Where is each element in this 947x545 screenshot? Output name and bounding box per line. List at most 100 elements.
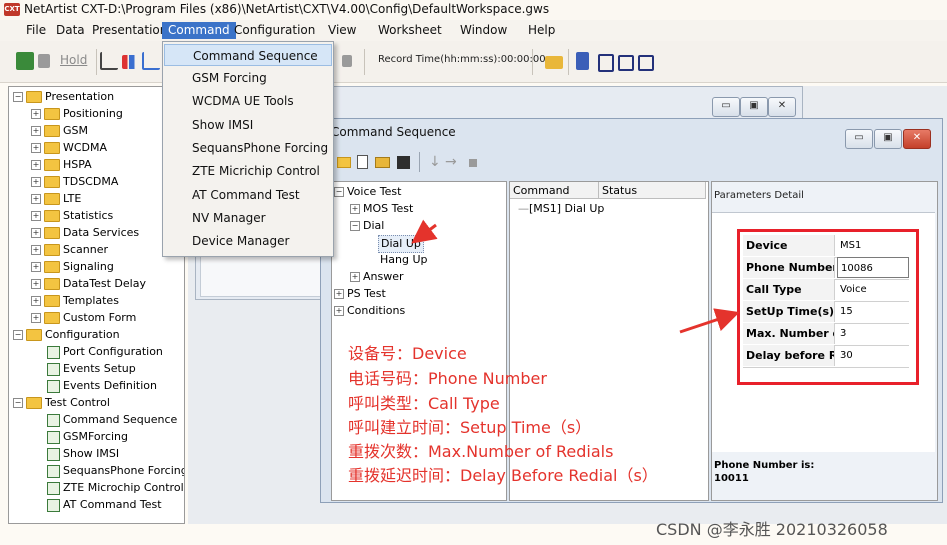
tree-item-ps-test[interactable]: + PS Test	[334, 286, 386, 302]
menu-item-nv-manager[interactable]: NV Manager	[164, 207, 332, 229]
tree-item-voice-test[interactable]: − Voice Test	[334, 184, 401, 200]
tree-item[interactable]: + Templates	[31, 293, 119, 309]
tree-item[interactable]: Port Configuration	[47, 344, 163, 360]
bar-chart-icon[interactable]	[122, 55, 140, 69]
collapse-icon[interactable]: −	[13, 330, 23, 340]
line-chart-icon[interactable]	[100, 52, 118, 70]
folder-icon[interactable]	[337, 157, 351, 168]
expand-icon[interactable]: +	[31, 245, 41, 255]
open-folder-icon[interactable]	[545, 56, 563, 69]
stop-icon[interactable]	[469, 159, 477, 167]
start-icon[interactable]	[16, 52, 34, 70]
tree-item[interactable]: + WCDMA	[31, 140, 107, 156]
param-row-setup-time[interactable]: SetUp Time(s) 15	[743, 301, 909, 324]
split-horizontal-icon[interactable]	[618, 55, 634, 71]
command-row[interactable]: —[MS1] Dial Up	[518, 201, 604, 217]
menu-item-wcdma-ue-tools[interactable]: WCDMA UE Tools	[164, 90, 332, 112]
close-icon[interactable]: ✕	[768, 97, 796, 117]
param-row-max-redials[interactable]: Max. Number of Re 3	[743, 323, 909, 346]
tree-item-configuration[interactable]: − Configuration	[13, 327, 120, 343]
tree-item[interactable]: + Data Services	[31, 225, 139, 241]
menu-item-device-manager[interactable]: Device Manager	[164, 230, 332, 252]
tree-item[interactable]: + GSM	[31, 123, 88, 139]
expand-icon[interactable]: +	[31, 160, 41, 170]
expand-icon[interactable]: +	[31, 211, 41, 221]
collapse-icon[interactable]: −	[334, 187, 344, 197]
minimize-icon[interactable]: ▭	[712, 97, 740, 117]
record-stop-icon[interactable]	[342, 55, 352, 67]
save-icon[interactable]	[397, 156, 410, 169]
param-value[interactable]: MS1	[837, 235, 909, 256]
new-file-icon[interactable]	[357, 155, 368, 169]
expand-icon[interactable]: +	[31, 194, 41, 204]
expand-icon[interactable]: +	[334, 306, 344, 316]
expand-icon[interactable]: +	[31, 109, 41, 119]
down-arrow-icon[interactable]: ↓	[429, 154, 441, 170]
tree-item[interactable]: + Scanner	[31, 242, 108, 258]
tree-item[interactable]: + Custom Form	[31, 310, 136, 326]
tree-item-presentation[interactable]: − Presentation	[13, 89, 114, 105]
expand-icon[interactable]: +	[31, 296, 41, 306]
tree-item[interactable]: + HSPA	[31, 157, 92, 173]
menu-worksheet[interactable]: Worksheet	[372, 22, 448, 39]
split-vertical-icon[interactable]	[638, 55, 654, 71]
menu-item-sequansphone-forcing[interactable]: SequansPhone Forcing	[164, 137, 332, 159]
expand-icon[interactable]: +	[31, 143, 41, 153]
param-value[interactable]: 30	[837, 345, 909, 366]
menu-item-zte-micrichip-control[interactable]: ZTE Micrichip Control	[164, 160, 332, 182]
tree-item[interactable]: + TDSCDMA	[31, 174, 118, 190]
menu-configuration[interactable]: Configuration	[228, 22, 321, 39]
graph-icon[interactable]	[142, 52, 160, 70]
phone-number-field[interactable]: 10086	[837, 257, 909, 278]
column-header-status[interactable]: Status	[599, 182, 706, 199]
tree-item-test-control[interactable]: − Test Control	[13, 395, 110, 411]
expand-icon[interactable]: +	[31, 279, 41, 289]
menu-view[interactable]: View	[322, 22, 362, 39]
expand-icon[interactable]: +	[350, 272, 360, 282]
hold-button[interactable]: Hold	[60, 53, 87, 67]
tree-item[interactable]: Show IMSI	[47, 446, 119, 462]
minimize-icon[interactable]: ▭	[845, 129, 873, 149]
tree-item[interactable]: ZTE Microchip Control	[47, 480, 184, 496]
close-icon[interactable]: ✕	[903, 129, 931, 149]
menu-item-command-sequence[interactable]: Command Sequence	[164, 44, 332, 66]
tree-item[interactable]: + Statistics	[31, 208, 113, 224]
tree-item[interactable]: Command Sequence	[47, 412, 177, 428]
param-row-phone-number[interactable]: Phone Number 10086	[743, 257, 909, 280]
menu-help[interactable]: Help	[522, 22, 561, 39]
expand-icon[interactable]: +	[31, 177, 41, 187]
open-folder-icon[interactable]	[375, 157, 390, 168]
tree-item-mos-test[interactable]: + MOS Test	[350, 201, 413, 217]
tree-item[interactable]: + Signaling	[31, 259, 114, 275]
expand-icon[interactable]: +	[334, 289, 344, 299]
tree-item-hang-up[interactable]: Hang Up	[380, 252, 428, 268]
layout-icon[interactable]	[598, 54, 614, 72]
stop-icon[interactable]	[38, 54, 50, 68]
param-value[interactable]: 15	[837, 301, 909, 322]
collapse-icon[interactable]: −	[13, 92, 23, 102]
right-arrow-icon[interactable]: →	[445, 154, 457, 170]
menu-presentation[interactable]: Presentation	[86, 22, 173, 39]
menu-item-show-imsi[interactable]: Show IMSI	[164, 114, 332, 136]
expand-icon[interactable]: +	[31, 126, 41, 136]
device-icon[interactable]	[576, 52, 589, 70]
column-header-command[interactable]: Command	[510, 182, 599, 199]
collapse-icon[interactable]: −	[350, 221, 360, 231]
tree-item-answer[interactable]: + Answer	[350, 269, 404, 285]
menu-data[interactable]: Data	[50, 22, 91, 39]
tree-item[interactable]: + DataTest Delay	[31, 276, 146, 292]
expand-icon[interactable]: +	[31, 262, 41, 272]
restore-icon[interactable]: ▣	[740, 97, 768, 117]
expand-icon[interactable]: +	[31, 228, 41, 238]
tree-item[interactable]: + LTE	[31, 191, 81, 207]
menu-command[interactable]: Command	[162, 22, 236, 39]
tree-item[interactable]: Events Setup	[47, 361, 136, 377]
expand-icon[interactable]: +	[350, 204, 360, 214]
tree-item-dial[interactable]: − Dial	[350, 218, 384, 234]
tree-item[interactable]: + Positioning	[31, 106, 123, 122]
tree-item[interactable]: SequansPhone Forcing	[47, 463, 184, 479]
tree-item[interactable]: Events Definition	[47, 378, 157, 394]
tree-item-dial-up[interactable]: Dial Up	[378, 235, 424, 253]
menu-window[interactable]: Window	[454, 22, 513, 39]
maximize-icon[interactable]: ▣	[874, 129, 902, 149]
